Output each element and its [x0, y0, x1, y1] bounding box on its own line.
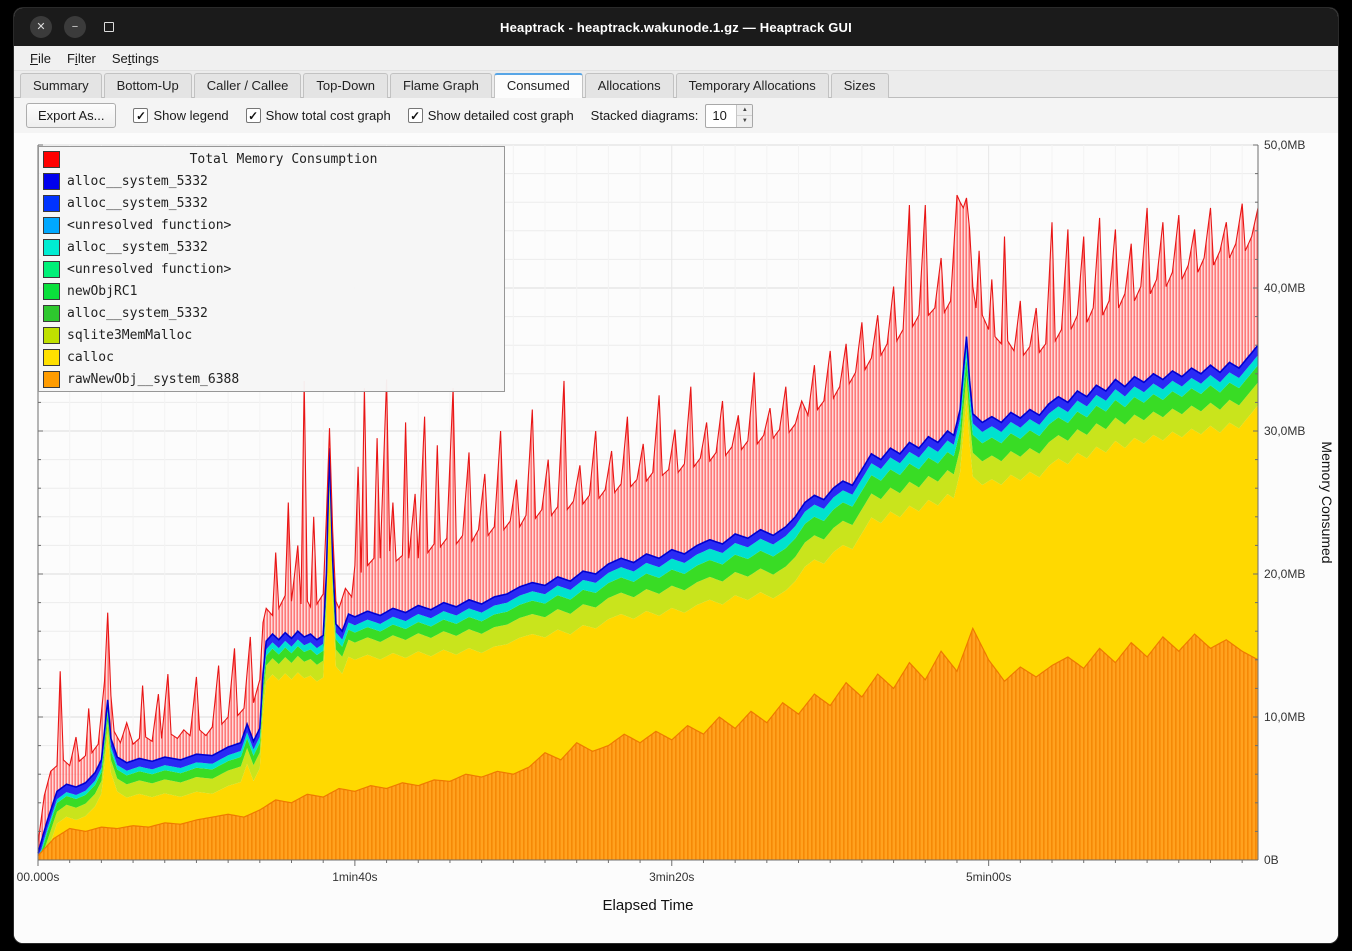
stacked-diagrams-spinbox[interactable]: 10 ▲ ▼: [705, 104, 753, 128]
legend-entry: calloc: [41, 346, 502, 368]
tab-flame-graph[interactable]: Flame Graph: [390, 73, 492, 98]
toolbar: Export As... ✓ Show legend ✓ Show total …: [14, 98, 1338, 133]
export-as-button[interactable]: Export As...: [26, 103, 116, 128]
y-tick-label: 0B: [1264, 853, 1279, 867]
tab-bottom-up[interactable]: Bottom-Up: [104, 73, 192, 98]
legend-label: <unresolved function>: [67, 262, 231, 277]
consumed-chart-panel: 00.000s 1min40s 3min20s 5min00s 0B 10,0MB 20,0…: [14, 133, 1338, 943]
legend-label: sqlite3MemMalloc: [67, 328, 192, 343]
legend-swatch: [43, 261, 60, 278]
y-axis-title: Memory Consumed: [1319, 441, 1335, 563]
y-tick-label: 50,0MB: [1264, 138, 1305, 152]
legend-entry: alloc__system_5332: [41, 170, 502, 192]
x-tick-label: 1min40s: [332, 870, 377, 884]
legend-swatch: [43, 327, 60, 344]
heaptrack-window: ✕ − Heaptrack - heaptrack.wakunode.1.gz …: [14, 8, 1338, 943]
tab-consumed[interactable]: Consumed: [494, 73, 583, 98]
legend-swatch: [43, 371, 60, 388]
menu-settings[interactable]: Settings: [104, 48, 167, 69]
show-detailed-cost-label: Show detailed cost graph: [428, 108, 574, 123]
checkbox-check-icon: ✓: [408, 108, 423, 123]
show-total-cost-checkbox[interactable]: ✓ Show total cost graph: [246, 108, 391, 123]
legend-label: alloc__system_5332: [67, 174, 208, 189]
spin-up-icon[interactable]: ▲: [737, 105, 752, 117]
legend-title-row: Total Memory Consumption: [41, 148, 502, 170]
menu-file[interactable]: File: [22, 48, 59, 69]
minimize-button[interactable]: −: [64, 16, 86, 38]
menu-bar: File Filter Settings: [14, 46, 1338, 71]
tab-temporary-allocations[interactable]: Temporary Allocations: [676, 73, 829, 98]
y-tick-label: 10,0MB: [1264, 710, 1305, 724]
legend-swatch: [43, 239, 60, 256]
legend-label: <unresolved function>: [67, 218, 231, 233]
show-legend-label: Show legend: [153, 108, 228, 123]
chart-legend: Total Memory Consumption alloc__system_5…: [38, 146, 505, 392]
tab-allocations[interactable]: Allocations: [585, 73, 674, 98]
tab-top-down[interactable]: Top-Down: [303, 73, 388, 98]
spin-down-icon[interactable]: ▼: [737, 116, 752, 127]
legend-entry: alloc__system_5332: [41, 236, 502, 258]
legend-swatch: [43, 305, 60, 322]
legend-title: Total Memory Consumption: [67, 152, 500, 167]
window-controls: ✕ −: [30, 16, 120, 38]
legend-entry: alloc__system_5332: [41, 192, 502, 214]
legend-swatch: [43, 349, 60, 366]
maximize-button[interactable]: [98, 16, 120, 38]
legend-entry: <unresolved function>: [41, 214, 502, 236]
y-tick-label: 30,0MB: [1264, 424, 1305, 438]
show-detailed-cost-checkbox[interactable]: ✓ Show detailed cost graph: [408, 108, 574, 123]
window-title: Heaptrack - heaptrack.wakunode.1.gz — He…: [500, 20, 852, 35]
tab-bar: Summary Bottom-Up Caller / Callee Top-Do…: [14, 71, 1338, 98]
legend-label: alloc__system_5332: [67, 306, 208, 321]
show-legend-checkbox[interactable]: ✓ Show legend: [133, 108, 228, 123]
legend-swatch: [43, 217, 60, 234]
checkbox-check-icon: ✓: [246, 108, 261, 123]
x-tick-label: 5min00s: [966, 870, 1011, 884]
legend-label: calloc: [67, 350, 114, 365]
tab-summary[interactable]: Summary: [20, 73, 102, 98]
legend-label: alloc__system_5332: [67, 240, 208, 255]
x-axis-title: Elapsed Time: [603, 897, 694, 914]
y-tick-label: 20,0MB: [1264, 567, 1305, 581]
stacked-diagrams-value[interactable]: 10: [706, 105, 736, 127]
tab-caller-callee[interactable]: Caller / Callee: [194, 73, 302, 98]
legend-swatch: [43, 173, 60, 190]
legend-entry: rawNewObj__system_6388: [41, 368, 502, 390]
maximize-icon: [104, 22, 114, 32]
show-total-cost-label: Show total cost graph: [266, 108, 391, 123]
legend-entry: <unresolved function>: [41, 258, 502, 280]
legend-swatch: [43, 195, 60, 212]
total-memory-swatch: [43, 151, 60, 168]
menu-filter[interactable]: Filter: [59, 48, 104, 69]
checkbox-check-icon: ✓: [133, 108, 148, 123]
legend-entry: sqlite3MemMalloc: [41, 324, 502, 346]
close-icon: ✕: [36, 22, 45, 33]
title-bar: ✕ − Heaptrack - heaptrack.wakunode.1.gz …: [14, 8, 1338, 46]
legend-entry: alloc__system_5332: [41, 302, 502, 324]
x-tick-label: 3min20s: [649, 870, 694, 884]
minimize-icon: −: [72, 22, 78, 33]
tab-sizes[interactable]: Sizes: [831, 73, 889, 98]
x-tick-label: 00.000s: [17, 870, 60, 884]
legend-label: alloc__system_5332: [67, 196, 208, 211]
legend-swatch: [43, 283, 60, 300]
legend-label: rawNewObj__system_6388: [67, 372, 239, 387]
stacked-diagrams-control: Stacked diagrams: 10 ▲ ▼: [591, 104, 754, 128]
legend-label: newObjRC1: [67, 284, 137, 299]
stacked-diagrams-label: Stacked diagrams:: [591, 108, 699, 123]
legend-entry: newObjRC1: [41, 280, 502, 302]
y-tick-label: 40,0MB: [1264, 281, 1305, 295]
close-button[interactable]: ✕: [30, 16, 52, 38]
